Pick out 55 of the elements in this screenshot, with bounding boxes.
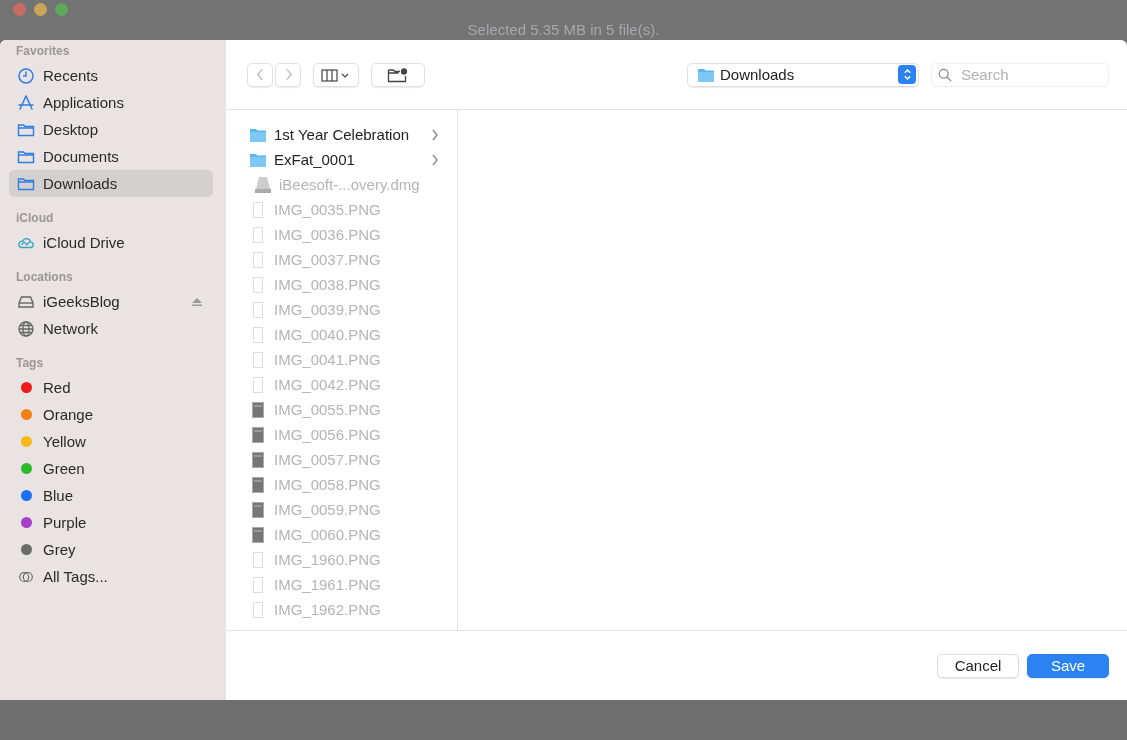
sidebar-item[interactable]: Grey	[9, 536, 213, 563]
new-folder-button[interactable]	[371, 62, 425, 87]
image-thumbnail-icon	[249, 501, 267, 518]
image-thumbnail-icon	[249, 451, 267, 468]
zoom-button[interactable]	[55, 3, 68, 16]
sidebar-item[interactable]: Applications	[9, 89, 213, 116]
sidebar-item[interactable]: Network	[9, 315, 213, 342]
sidebar-item[interactable]: Desktop	[9, 116, 213, 143]
eject-icon[interactable]	[191, 296, 203, 307]
file-row[interactable]: ExFat_0001	[249, 147, 457, 172]
view-button[interactable]	[313, 62, 359, 87]
section-header: Favorites	[15, 43, 71, 59]
sidebar-item[interactable]: Red	[9, 374, 213, 401]
sidebar-item[interactable]: Documents	[9, 143, 213, 170]
sidebar-item[interactable]: Orange	[9, 401, 213, 428]
new-folder-icon	[387, 66, 409, 83]
sidebar-item[interactable]: Purple	[9, 509, 213, 536]
forward-button[interactable]	[275, 62, 301, 87]
clock-icon	[17, 66, 35, 85]
file-row[interactable]: 1st Year Celebration	[249, 122, 457, 147]
close-button[interactable]	[13, 3, 26, 16]
image-thumbnail-icon	[249, 526, 267, 543]
sidebar-item[interactable]: All Tags...	[9, 563, 213, 590]
search-icon	[938, 67, 952, 82]
chevron-icon	[431, 128, 439, 141]
globe-icon	[17, 319, 35, 338]
folder-icon	[249, 126, 267, 143]
sidebar-item[interactable]: Yellow	[9, 428, 213, 455]
save-button[interactable]: Save	[1027, 653, 1109, 678]
cancel-button[interactable]: Cancel	[937, 653, 1019, 678]
sidebar-item[interactable]: iCloud Drive	[9, 229, 213, 256]
image-thumbnail-icon	[249, 426, 267, 443]
image-thumbnail-icon	[249, 401, 267, 418]
sidebar-item[interactable]: Downloads	[9, 170, 213, 197]
image-thumbnail-icon	[249, 476, 267, 493]
sidebar-item[interactable]: Green	[9, 455, 213, 482]
folder-icon	[249, 151, 267, 168]
location-popup[interactable]: Downloads	[687, 62, 919, 87]
sidebar-item[interactable]: Recents	[9, 62, 213, 89]
search-field[interactable]: Search	[931, 62, 1109, 87]
section-header: Locations	[15, 269, 74, 285]
section-header: Tags	[15, 355, 45, 371]
back-button[interactable]	[247, 62, 273, 87]
section-header: iCloud	[15, 210, 55, 226]
folder-icon	[697, 66, 715, 83]
chevron-right-icon	[283, 68, 293, 81]
minimize-button[interactable]	[34, 3, 47, 16]
disk-image-icon	[254, 176, 272, 193]
sidebar-item[interactable]: Blue	[9, 482, 213, 509]
stepper-icon	[902, 68, 912, 81]
columns-icon	[321, 67, 351, 82]
chevron-icon	[431, 153, 439, 166]
sidebar-item[interactable]: iGeeksBlog	[9, 288, 213, 315]
chevron-left-icon	[255, 68, 265, 81]
apps-icon	[17, 93, 35, 112]
